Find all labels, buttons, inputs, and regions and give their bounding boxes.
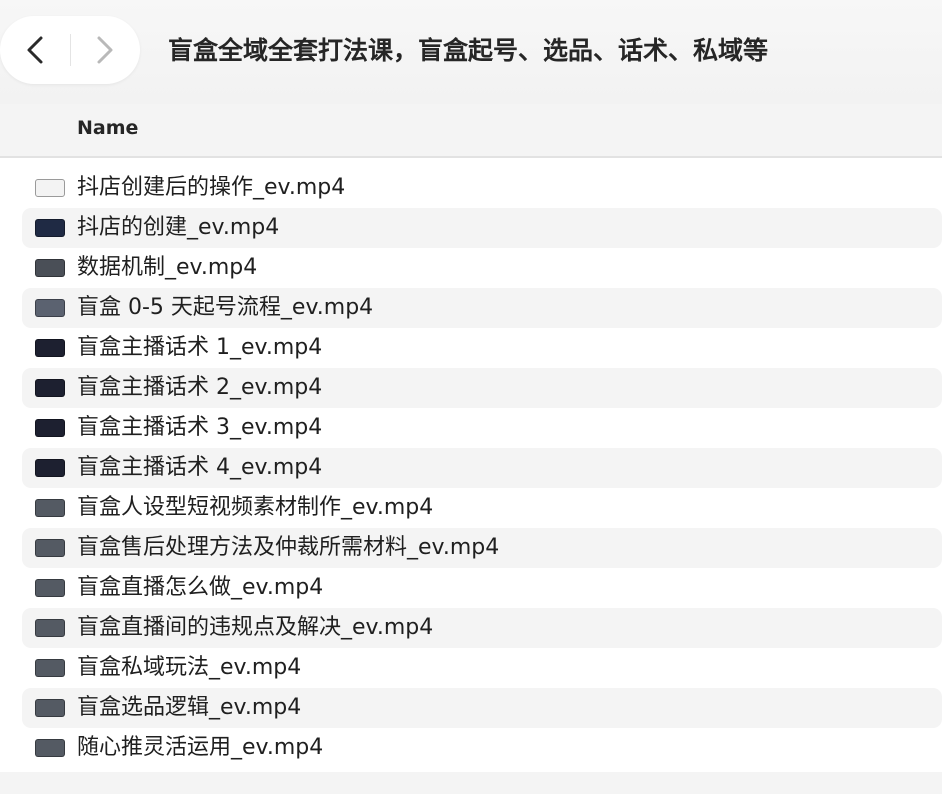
video-thumbnail-icon (35, 539, 65, 557)
video-thumbnail-icon (35, 739, 65, 757)
file-name: 盲盒售后处理方法及仲裁所需材料_ev.mp4 (77, 535, 500, 560)
video-thumbnail-icon (35, 179, 65, 197)
file-name: 盲盒直播间的违规点及解决_ev.mp4 (77, 615, 434, 640)
video-thumbnail-icon (35, 339, 65, 357)
file-list: 抖店创建后的操作_ev.mp4 抖店的创建_ev.mp4 数据机制_ev.mp4 盲盒… (0, 168, 942, 768)
file-name: 盲盒主播话术 2_ev.mp4 (77, 375, 323, 400)
video-thumbnail-icon (35, 619, 65, 637)
file-row[interactable]: 盲盒主播话术 1_ev.mp4 (22, 328, 942, 368)
navigation-group (0, 16, 140, 84)
column-header: Name (0, 104, 942, 158)
chevron-left-icon (27, 36, 43, 64)
file-name: 抖店创建后的操作_ev.mp4 (77, 175, 346, 200)
file-row[interactable]: 盲盒 0-5 天起号流程_ev.mp4 (22, 288, 942, 328)
video-thumbnail-icon (35, 379, 65, 397)
video-thumbnail-icon (35, 459, 65, 477)
file-row[interactable]: 盲盒主播话术 3_ev.mp4 (22, 408, 942, 448)
file-row[interactable]: 盲盒直播间的违规点及解决_ev.mp4 (22, 608, 942, 648)
file-name: 盲盒人设型短视频素材制作_ev.mp4 (77, 495, 434, 520)
file-name: 抖店的创建_ev.mp4 (77, 215, 280, 240)
file-row[interactable]: 盲盒直播怎么做_ev.mp4 (22, 568, 942, 608)
chevron-right-icon (97, 36, 113, 64)
file-name: 盲盒主播话术 1_ev.mp4 (77, 335, 323, 360)
window-title: 盲盒全域全套打法课，盲盒起号、选品、话术、私域等 (168, 36, 769, 65)
file-row[interactable]: 抖店创建后的操作_ev.mp4 (22, 168, 942, 208)
file-name: 随心推灵活运用_ev.mp4 (77, 735, 324, 760)
file-name: 数据机制_ev.mp4 (77, 255, 258, 280)
file-row[interactable]: 盲盒人设型短视频素材制作_ev.mp4 (22, 488, 942, 528)
list-bottom-fill (0, 772, 942, 794)
file-name: 盲盒 0-5 天起号流程_ev.mp4 (77, 295, 374, 320)
video-thumbnail-icon (35, 219, 65, 237)
file-name: 盲盒选品逻辑_ev.mp4 (77, 695, 302, 720)
video-thumbnail-icon (35, 499, 65, 517)
video-thumbnail-icon (35, 579, 65, 597)
file-row[interactable]: 盲盒主播话术 2_ev.mp4 (22, 368, 942, 408)
video-thumbnail-icon (35, 419, 65, 437)
forward-button[interactable] (70, 16, 138, 84)
back-button[interactable] (2, 16, 70, 84)
column-header-name[interactable]: Name (77, 117, 138, 139)
file-name: 盲盒直播怎么做_ev.mp4 (77, 575, 324, 600)
file-name: 盲盒主播话术 3_ev.mp4 (77, 415, 323, 440)
file-row[interactable]: 随心推灵活运用_ev.mp4 (22, 728, 942, 768)
video-thumbnail-icon (35, 259, 65, 277)
video-thumbnail-icon (35, 299, 65, 317)
file-row[interactable]: 抖店的创建_ev.mp4 (22, 208, 942, 248)
file-row[interactable]: 数据机制_ev.mp4 (22, 248, 942, 288)
video-thumbnail-icon (35, 699, 65, 717)
file-row[interactable]: 盲盒主播话术 4_ev.mp4 (22, 448, 942, 488)
file-row[interactable]: 盲盒售后处理方法及仲裁所需材料_ev.mp4 (22, 528, 942, 568)
file-row[interactable]: 盲盒私域玩法_ev.mp4 (22, 648, 942, 688)
video-thumbnail-icon (35, 659, 65, 677)
finder-toolbar: 盲盒全域全套打法课，盲盒起号、选品、话术、私域等 (0, 0, 942, 104)
file-name: 盲盒私域玩法_ev.mp4 (77, 655, 302, 680)
file-row[interactable]: 盲盒选品逻辑_ev.mp4 (22, 688, 942, 728)
file-name: 盲盒主播话术 4_ev.mp4 (77, 455, 323, 480)
